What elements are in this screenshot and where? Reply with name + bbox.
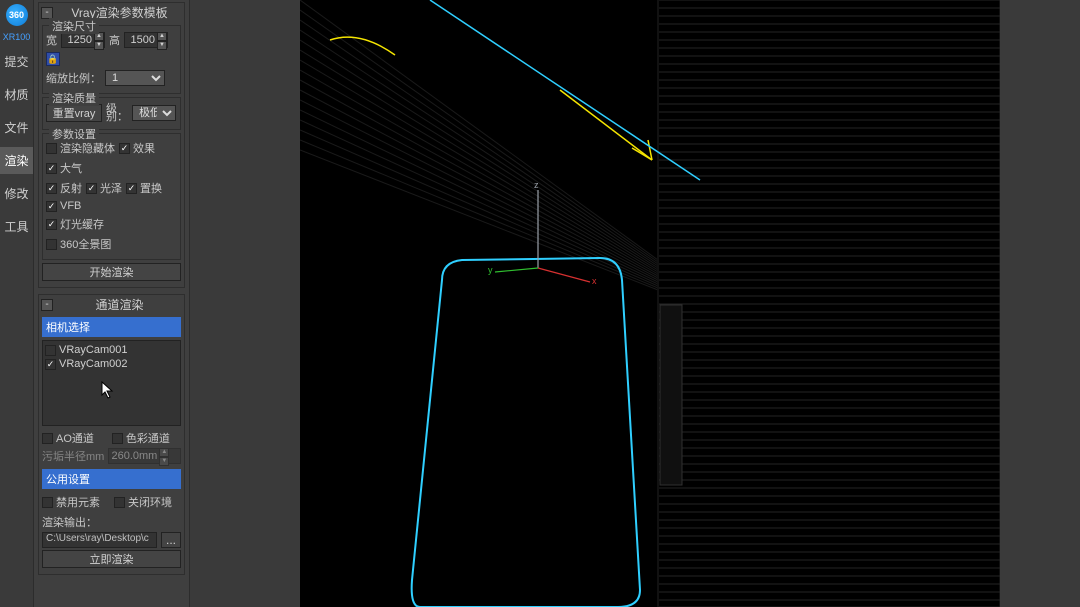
check-close-env[interactable]: 关闭环境: [114, 494, 172, 510]
check-label: 效果: [133, 140, 155, 156]
viewport-gizmo: z x y: [488, 180, 597, 286]
camera-name: VRayCam002: [59, 358, 127, 370]
nav-item-render[interactable]: 渲染: [0, 147, 33, 174]
viewport[interactable]: z x y: [300, 0, 1000, 607]
camera-list[interactable]: VRayCam001 ✓VRayCam002: [42, 340, 181, 426]
camera-item-2[interactable]: ✓VRayCam002: [45, 357, 178, 371]
app-logo: 360: [6, 4, 28, 26]
check-label: 渲染隐藏体: [60, 140, 115, 156]
svg-text:y: y: [488, 265, 493, 275]
svg-text:x: x: [592, 276, 597, 286]
nav-item-modify[interactable]: 修改: [0, 180, 33, 207]
check-pano360[interactable]: 360全景图: [46, 236, 111, 252]
rollout-vray-template: - Vray渲染参数模板 渲染尺寸 宽 ▲▼ 高 ▲▼ 🔒 缩放比例：: [38, 2, 185, 288]
checkbox-icon[interactable]: ✓: [45, 359, 56, 370]
selected-object-outline: [412, 258, 640, 607]
rollout-channel-render: - 通道渲染 相机选择 VRayCam001 ✓VRayCam002 AO通道 …: [38, 294, 185, 575]
camera-select-header: 相机选择: [42, 317, 181, 337]
spin-up-icon: ▲: [159, 448, 169, 457]
radius-spinner: ▲▼: [108, 448, 181, 464]
reset-vray-button[interactable]: 重置vray: [46, 104, 102, 122]
check-ao-channel[interactable]: AO通道: [42, 430, 94, 446]
start-render-button[interactable]: 开始渲染: [42, 263, 181, 281]
check-label: 灯光缓存: [60, 216, 104, 232]
collapse-icon[interactable]: -: [41, 299, 53, 311]
viewport-area: z x y: [190, 0, 1080, 607]
check-hide[interactable]: 渲染隐藏体: [46, 140, 115, 156]
collapse-icon[interactable]: -: [41, 7, 53, 19]
common-settings-header: 公用设置: [42, 469, 181, 489]
spin-down-icon[interactable]: ▼: [94, 41, 104, 50]
scale-label: 缩放比例：: [46, 70, 101, 86]
group-params: 参数设置 渲染隐藏体 ✓效果 ✓大气 ✓反射 ✓光泽 ✓置换 ✓VFB ✓灯光缓…: [42, 133, 181, 260]
check-label: 色彩通道: [126, 430, 170, 446]
check-atmos[interactable]: ✓大气: [46, 160, 82, 176]
camera-name: VRayCam001: [59, 344, 127, 356]
check-label: 360全景图: [60, 236, 111, 252]
spin-up-icon[interactable]: ▲: [157, 32, 167, 41]
left-nav: 360 XR100 提交 材质 文件 渲染 修改 工具: [0, 0, 33, 607]
group-title: 渲染尺寸: [49, 18, 99, 34]
group-render-size: 渲染尺寸 宽 ▲▼ 高 ▲▼ 🔒 缩放比例： 1: [42, 25, 181, 94]
browse-button[interactable]: ...: [161, 532, 181, 548]
width-label: 宽: [46, 32, 57, 48]
render-now-button[interactable]: 立即渲染: [42, 550, 181, 568]
check-label: 反射: [60, 180, 82, 196]
svg-text:z: z: [534, 180, 539, 190]
check-label: 置换: [140, 180, 162, 196]
side-panel: - Vray渲染参数模板 渲染尺寸 宽 ▲▼ 高 ▲▼ 🔒 缩放比例：: [33, 0, 190, 607]
app-title: XR100: [3, 32, 31, 42]
width-spinner[interactable]: ▲▼: [61, 32, 105, 48]
nav-item-material[interactable]: 材质: [0, 81, 33, 108]
output-label: 渲染输出：: [42, 514, 97, 530]
rollout-title: 通道渲染: [57, 296, 182, 313]
check-lightcache[interactable]: ✓灯光缓存: [46, 216, 104, 232]
aspect-lock-button[interactable]: 🔒: [46, 52, 60, 66]
radius-label: 污垢半径mm: [42, 448, 104, 464]
spin-down-icon[interactable]: ▼: [157, 41, 167, 50]
height-label: 高: [109, 32, 120, 48]
check-color-channel[interactable]: 色彩通道: [112, 430, 170, 446]
rollout-header[interactable]: - 通道渲染: [39, 295, 184, 314]
check-label: 大气: [60, 160, 82, 176]
group-title: 渲染质量: [49, 90, 99, 106]
scale-select[interactable]: 1: [105, 70, 165, 86]
nav-item-tool[interactable]: 工具: [0, 213, 33, 240]
check-label: 关闭环境: [128, 494, 172, 510]
check-replace[interactable]: ✓置换: [126, 180, 162, 196]
width-input[interactable]: [62, 33, 94, 47]
check-label: VFB: [60, 200, 81, 212]
spin-down-icon: ▼: [159, 457, 169, 466]
check-reflect[interactable]: ✓反射: [46, 180, 82, 196]
camera-item-1[interactable]: VRayCam001: [45, 343, 178, 357]
check-label: 光泽: [100, 180, 122, 196]
nav-item-file[interactable]: 文件: [0, 114, 33, 141]
check-label: AO通道: [56, 430, 94, 446]
camera-frustum: [430, 0, 700, 180]
viewport-scene: z x y: [300, 0, 1000, 607]
check-gloss[interactable]: ✓光泽: [86, 180, 122, 196]
output-path-field[interactable]: C:\Users\ray\Desktop\c: [42, 532, 157, 548]
group-title: 参数设置: [49, 126, 99, 142]
check-label: 禁用元素: [56, 494, 100, 510]
radius-input: [109, 449, 159, 463]
quality-level-label-bottom: 别：: [106, 113, 128, 121]
height-spinner[interactable]: ▲▼: [124, 32, 168, 48]
nav-item-submit[interactable]: 提交: [0, 48, 33, 75]
check-effect[interactable]: ✓效果: [119, 140, 155, 156]
check-vfb[interactable]: ✓VFB: [46, 200, 81, 212]
check-disable-elements[interactable]: 禁用元素: [42, 494, 100, 510]
quality-select[interactable]: 极低: [132, 105, 176, 121]
checkbox-icon[interactable]: [45, 345, 56, 356]
height-input[interactable]: [125, 33, 157, 47]
